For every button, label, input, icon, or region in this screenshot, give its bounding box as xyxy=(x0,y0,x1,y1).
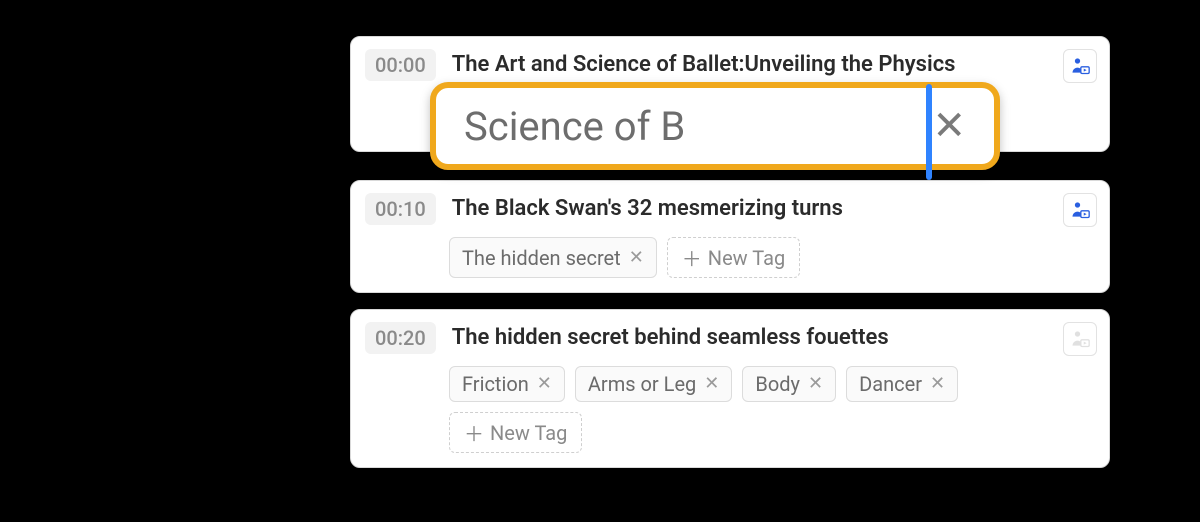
segment-header: 00:20 The hidden secret behind seamless … xyxy=(365,322,1055,354)
new-tag-label: New Tag xyxy=(708,246,785,270)
segment-card[interactable]: 00:20 The hidden secret behind seamless … xyxy=(350,309,1110,468)
new-tag-button[interactable]: ＋ New Tag xyxy=(449,412,582,453)
segment-card[interactable]: 00:10 The Black Swan's 32 mesmerizing tu… xyxy=(350,180,1110,293)
tag-chip[interactable]: Arms or Leg ✕ xyxy=(575,366,733,402)
segment-header: 00:10 The Black Swan's 32 mesmerizing tu… xyxy=(365,193,1055,225)
person-play-icon xyxy=(1070,56,1090,76)
new-tag-button[interactable]: ＋ New Tag xyxy=(667,237,800,278)
tag-label: The hidden secret xyxy=(462,246,621,270)
segment-title[interactable]: The Black Swan's 32 mesmerizing turns xyxy=(452,196,843,222)
tag-chip[interactable]: Dancer ✕ xyxy=(846,366,958,402)
remove-tag-icon[interactable]: ✕ xyxy=(629,249,644,267)
segment-title[interactable]: The Art and Science of Ballet:Unveiling … xyxy=(452,52,956,78)
tag-edit-input-overlay[interactable]: Science of B ✕ xyxy=(430,82,1000,170)
tags-row: The hidden secret ✕ ＋ New Tag xyxy=(449,237,1055,278)
new-tag-label: New Tag xyxy=(490,421,567,445)
remove-tag-icon[interactable]: ✕ xyxy=(808,375,823,393)
person-play-icon-button[interactable] xyxy=(1063,193,1097,227)
tag-chip[interactable]: Friction ✕ xyxy=(449,366,565,402)
tag-chip[interactable]: The hidden secret ✕ xyxy=(449,237,657,278)
person-play-icon xyxy=(1070,200,1090,220)
tag-edit-input-text[interactable]: Science of B xyxy=(464,103,928,150)
plus-icon: ＋ xyxy=(682,243,702,272)
timestamp-badge[interactable]: 00:10 xyxy=(365,193,436,225)
person-play-icon-button[interactable] xyxy=(1063,49,1097,83)
segment-header: 00:00 The Art and Science of Ballet:Unve… xyxy=(365,49,1055,81)
timestamp-badge[interactable]: 00:20 xyxy=(365,322,436,354)
tag-label: Dancer xyxy=(859,372,922,396)
clear-input-icon[interactable]: ✕ xyxy=(932,106,966,146)
remove-tag-icon[interactable]: ✕ xyxy=(930,375,945,393)
timestamp-badge[interactable]: 00:00 xyxy=(365,49,436,81)
remove-tag-icon[interactable]: ✕ xyxy=(704,375,719,393)
segment-title[interactable]: The hidden secret behind seamless fouett… xyxy=(452,325,889,351)
remove-tag-icon[interactable]: ✕ xyxy=(537,375,552,393)
text-caret xyxy=(926,84,932,180)
tag-label: Body xyxy=(755,372,800,396)
plus-icon: ＋ xyxy=(464,418,484,447)
tag-label: Friction xyxy=(462,372,529,396)
tags-row: Friction ✕ Arms or Leg ✕ Body ✕ Dancer ✕… xyxy=(449,366,1055,453)
person-play-icon-button[interactable] xyxy=(1063,322,1097,356)
tag-label: Arms or Leg xyxy=(588,372,696,396)
tag-chip[interactable]: Body ✕ xyxy=(742,366,836,402)
person-play-icon xyxy=(1070,329,1090,349)
